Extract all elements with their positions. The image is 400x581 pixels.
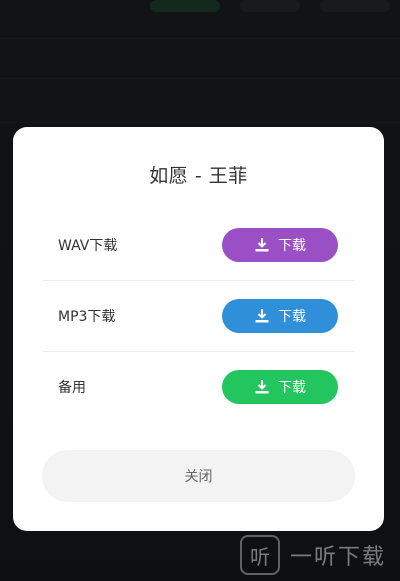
button-label: 下载 [278, 238, 306, 254]
download-icon [255, 380, 269, 394]
row-label: MP3下载 [58, 309, 116, 325]
download-icon [255, 238, 269, 252]
mp3-download-button[interactable]: 下载 [222, 299, 338, 333]
download-row-mp3: MP3下载 下载 [43, 281, 354, 351]
close-button[interactable]: 关闭 [42, 450, 355, 502]
dialog-title: 如愿 - 王菲 [149, 165, 248, 187]
download-dialog: 如愿 - 王菲 WAV下载 下载 MP3下载 下载 备用 下载 关闭 [13, 127, 384, 531]
watermark-logo-icon: 听 [240, 535, 280, 575]
download-row-backup: 备用 下载 [43, 352, 354, 422]
download-icon [255, 309, 269, 323]
row-label: WAV下载 [58, 238, 118, 254]
download-row-wav: WAV下载 下载 [43, 210, 354, 280]
wav-download-button[interactable]: 下载 [222, 228, 338, 262]
backup-download-button[interactable]: 下载 [222, 370, 338, 404]
row-label: 备用 [58, 380, 86, 396]
watermark-text: 一听下载 [290, 545, 387, 570]
button-label: 下载 [278, 309, 306, 325]
button-label: 下载 [278, 380, 306, 396]
watermark: 听 一听下载 [240, 535, 386, 575]
